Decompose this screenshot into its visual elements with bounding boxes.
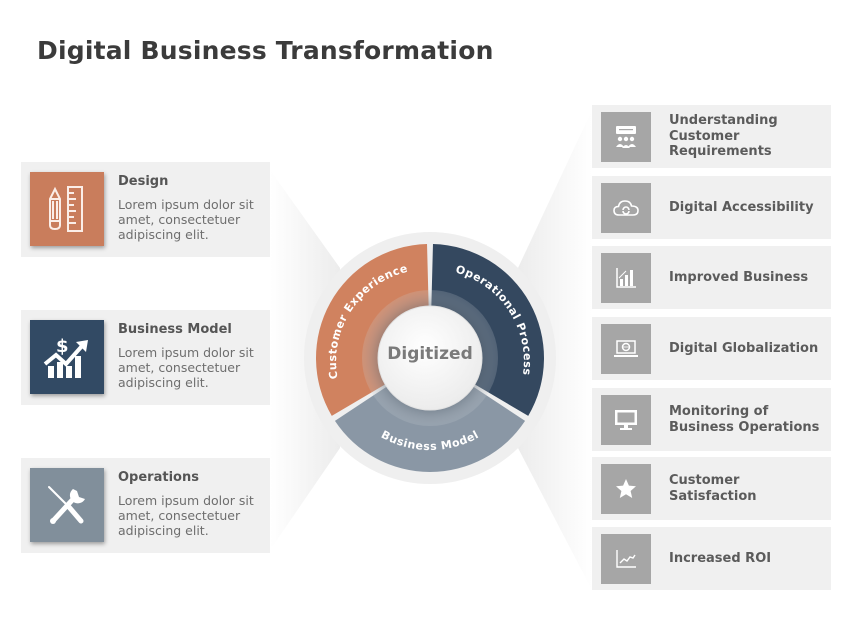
- card-title: Understanding Customer Requirements: [669, 113, 778, 160]
- center-label-digitized: Digitized: [387, 344, 473, 364]
- card-title: Digital Accessibility: [669, 199, 814, 215]
- card-customer-satisfaction: Customer Satisfaction: [592, 457, 831, 520]
- star-icon: [601, 464, 651, 514]
- line-chart-icon: [601, 534, 651, 584]
- laptop-globe-icon: [601, 324, 651, 374]
- card-title: Improved Business: [669, 269, 809, 285]
- cloud-sync-icon: [601, 183, 651, 233]
- card-digital-accessibility: Digital Accessibility: [592, 176, 831, 239]
- card-title: Increased ROI: [669, 550, 772, 566]
- card-title: Monitoring of Business Operations: [669, 404, 820, 435]
- card-understanding-customer-requirements: Understanding Customer Requirements: [592, 105, 831, 168]
- card-improved-business: Improved Business: [592, 246, 831, 309]
- card-monitoring-business-operations: Monitoring of Business Operations: [592, 388, 831, 451]
- card-digital-globalization: Digital Globalization: [592, 317, 831, 380]
- card-title: Customer Satisfaction: [669, 473, 757, 504]
- card-title: Digital Globalization: [669, 340, 819, 356]
- card-increased-roi: Increased ROI: [592, 527, 831, 590]
- bar-chart-icon: [601, 253, 651, 303]
- monitor-icon: [601, 395, 651, 445]
- presentation-audience-icon: [601, 112, 651, 162]
